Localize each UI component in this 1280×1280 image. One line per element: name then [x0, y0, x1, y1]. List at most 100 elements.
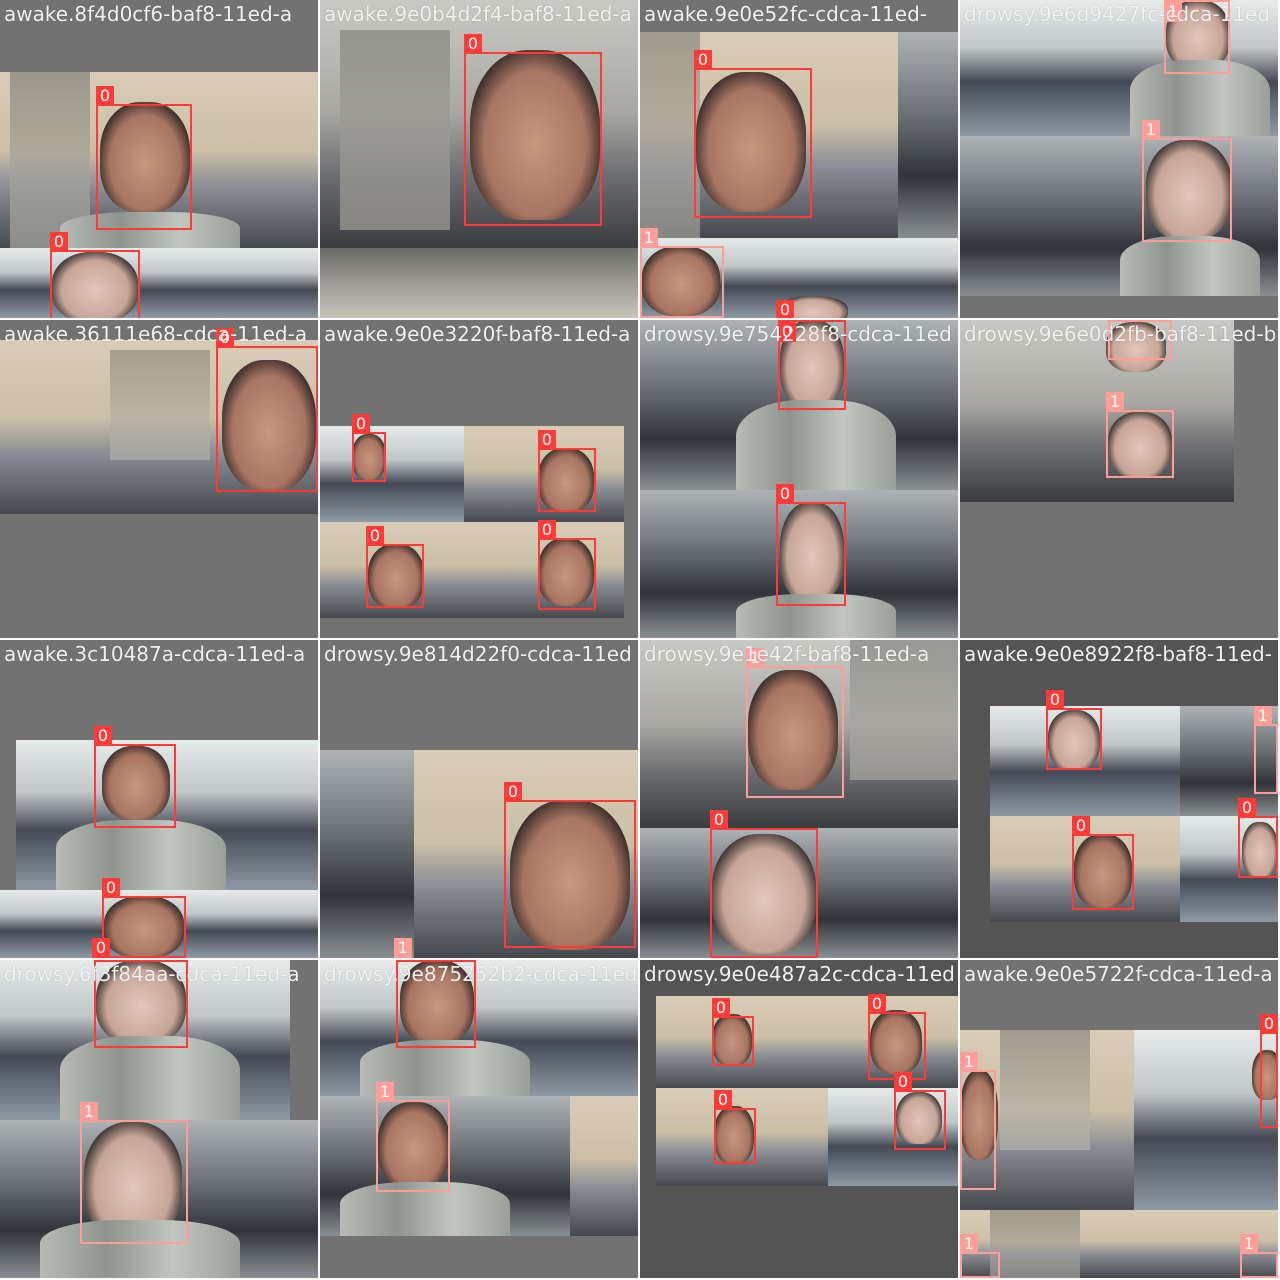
- class-label: 0: [868, 994, 886, 1014]
- class-label: 0: [714, 1090, 732, 1110]
- detection-box: 0: [894, 1072, 946, 1150]
- image-filename: awake.9e0e5722f-cdca-11ed-a: [964, 962, 1273, 986]
- class-label: 0: [1046, 690, 1064, 710]
- class-label: 1: [960, 1234, 978, 1254]
- photo-panel: [320, 248, 638, 318]
- mosaic-tile: drowsy.9e1e42f-baf8-11ed-a 1 0: [640, 640, 958, 958]
- mosaic-tile: drowsy.9e0e487a2c-cdca-11ed 0 0 0 0: [640, 960, 958, 1278]
- mosaic-tile: awake.36111e68-cdca-11ed-a 0: [0, 320, 318, 638]
- photo-panel: [320, 750, 414, 958]
- mosaic-tile: awake.9e0e3220f-baf8-11ed-a 0 0 0 0: [320, 320, 638, 638]
- class-label: 1: [394, 938, 412, 958]
- mosaic-tile: drowsy.6f3f84aa-cdca-11ed-a 0 1: [0, 960, 318, 1278]
- class-label: 1: [746, 648, 764, 668]
- photo-panel: [320, 426, 464, 522]
- photo-panel: [898, 32, 958, 238]
- class-label: 0: [710, 810, 728, 830]
- detection-box: 0: [464, 34, 602, 226]
- class-label: 0: [538, 430, 556, 450]
- class-label: 0: [1072, 816, 1090, 836]
- mosaic-tile: awake.9e0e5722f-cdca-11ed-a 0 1 1 1: [960, 960, 1278, 1278]
- class-label: 0: [94, 726, 112, 746]
- mosaic-tile: awake.9e0e52fc-cdca-11ed- 0 1 0: [640, 0, 958, 318]
- mosaic-tile: awake.8f4d0cf6-baf8-11ed-a 0 0: [0, 0, 318, 318]
- class-label: 0: [778, 322, 796, 342]
- class-label: 1: [1106, 392, 1124, 412]
- class-label: 1: [1142, 120, 1160, 140]
- detection-box: 1: [1164, 0, 1230, 74]
- detection-box: 0: [216, 328, 318, 492]
- class-label: 0: [396, 960, 414, 962]
- detection-box: 0: [504, 782, 636, 948]
- class-label: 0: [96, 86, 114, 106]
- photo-panel: [570, 1096, 638, 1236]
- class-label: 0: [712, 998, 730, 1018]
- class-label: 1: [376, 1082, 394, 1102]
- class-label: 0: [1238, 798, 1256, 818]
- detection-box: 1: [1254, 706, 1278, 794]
- class-label: 0: [94, 960, 112, 962]
- detection-box: 1: [1106, 392, 1174, 478]
- class-label: 0: [92, 938, 110, 958]
- mosaic-tile: drowsy.9e814d22f0-cdca-11ed 0 1: [320, 640, 638, 958]
- class-label: 0: [776, 300, 794, 318]
- detection-box: 0: [776, 484, 846, 606]
- class-label: 0: [366, 526, 384, 546]
- image-filename: awake.9e0e8922f8-baf8-11ed-: [964, 642, 1272, 666]
- class-label: 1: [640, 228, 658, 248]
- detection-box: 0: [396, 960, 476, 1048]
- image-filename: drowsy.9e814d22f0-cdca-11ed: [324, 642, 632, 666]
- detection-box: 0: [1260, 1014, 1278, 1128]
- detection-box: 0: [694, 50, 812, 218]
- class-label: 1: [1164, 2, 1182, 22]
- class-label: 0: [464, 34, 482, 54]
- detection-box: 0: [538, 520, 596, 610]
- image-filename: awake.9e0e52fc-cdca-11ed-: [644, 2, 927, 26]
- detection-box: 0: [538, 430, 596, 512]
- detection-box: 1: [1108, 320, 1172, 360]
- photo-panel: [960, 1210, 1278, 1278]
- detection-box: 1: [746, 648, 844, 798]
- image-filename: awake.3c10487a-cdca-11ed-a: [4, 642, 306, 666]
- detection-box: 0: [868, 994, 926, 1080]
- photo-panel: [0, 248, 318, 318]
- photo-panel: [1134, 1030, 1278, 1210]
- class-label: 1: [960, 1052, 978, 1072]
- detection-mosaic: awake.8f4d0cf6-baf8-11ed-a 0 0 awake.9e0…: [0, 0, 1280, 1280]
- photo-panel: [960, 0, 1278, 136]
- detection-box: 0: [1046, 690, 1102, 770]
- class-label: 0: [776, 484, 794, 504]
- class-label: 1: [80, 1102, 98, 1122]
- class-label: 1: [1108, 320, 1126, 322]
- detection-box: 1: [1142, 120, 1232, 242]
- detection-box: 0: [96, 86, 192, 230]
- class-label: 1: [1254, 706, 1272, 726]
- photo-panel: [960, 320, 1234, 502]
- class-label: 0: [216, 328, 234, 348]
- detection-box: 0: [50, 232, 140, 318]
- mosaic-tile: drowsy.9e6d9427fc-cdca-11ed 1 1: [960, 0, 1278, 318]
- class-label: 0: [50, 232, 68, 252]
- class-label: 0: [894, 1072, 912, 1092]
- detection-box: 0: [778, 320, 846, 410]
- detection-box: 0: [94, 960, 188, 1048]
- class-label: 0: [504, 782, 522, 802]
- class-label: 0: [102, 878, 120, 898]
- mosaic-tile: drowsy.9e6e0d2fb-baf8-11ed-b 1 1: [960, 320, 1278, 638]
- detection-box: 0: [102, 878, 186, 958]
- detection-box: 0: [1238, 798, 1278, 878]
- detection-box: 1: [960, 1052, 996, 1190]
- detection-box: 0: [1072, 816, 1134, 910]
- mosaic-tile: awake.3c10487a-cdca-11ed-a 0 0 0: [0, 640, 318, 958]
- detection-box: 1: [960, 1234, 1000, 1278]
- detection-box: 1: [376, 1082, 450, 1192]
- detection-box: 0: [714, 1090, 756, 1164]
- detection-box: 1: [1240, 1234, 1278, 1278]
- class-label: 0: [1260, 1014, 1278, 1034]
- class-label: 0: [694, 50, 712, 70]
- detection-box: 0: [94, 726, 176, 828]
- detection-box: 0: [710, 810, 818, 958]
- class-label: 1: [1240, 1234, 1258, 1254]
- detection-box: 0: [366, 526, 424, 608]
- detection-box: 0: [352, 414, 386, 482]
